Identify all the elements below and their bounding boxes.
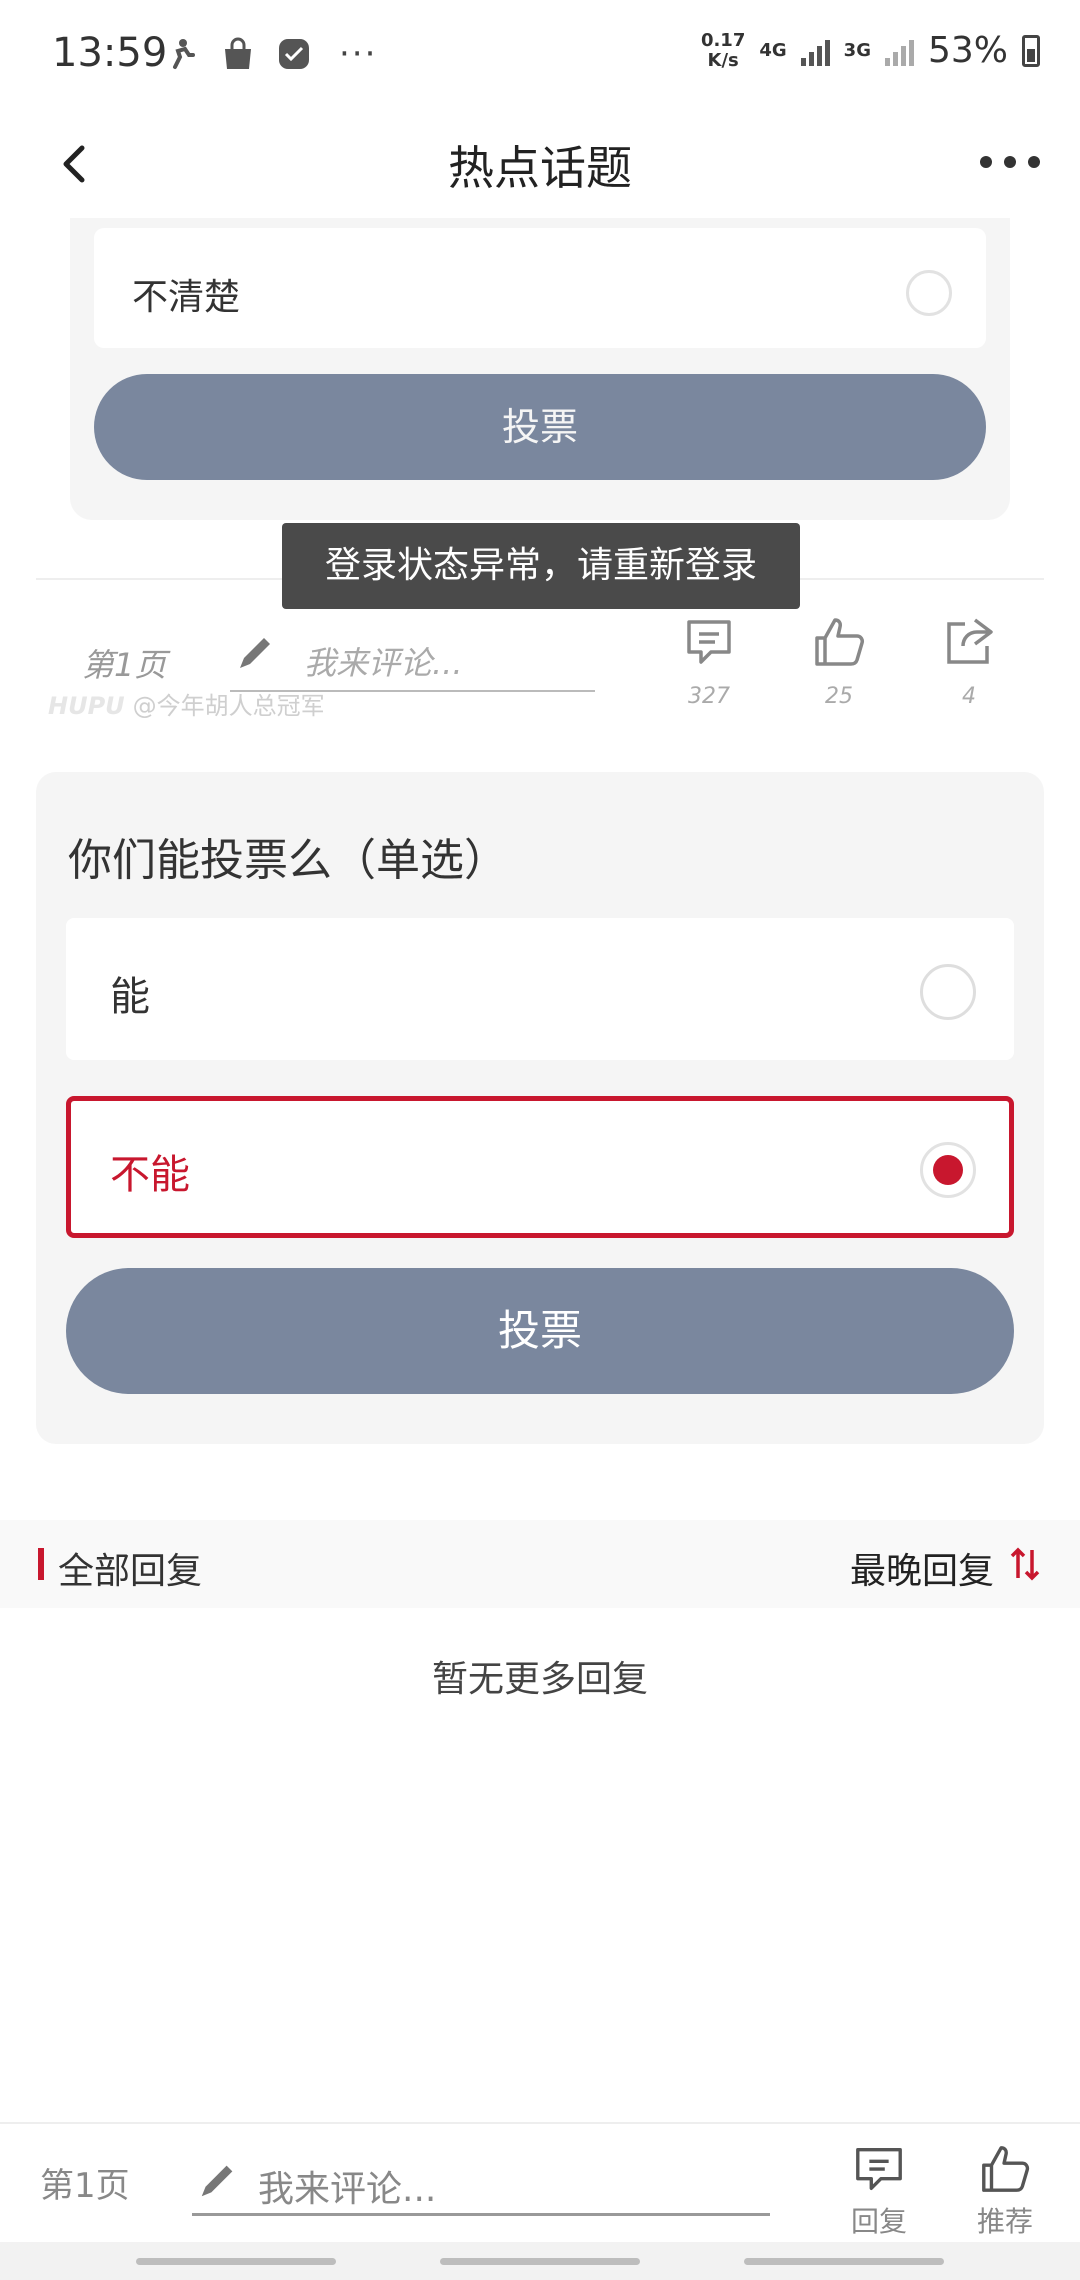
replies-title: 全部回复 — [58, 1551, 203, 1592]
more-dots-icon[interactable] — [980, 150, 1040, 174]
poll-option-label: 不能 — [110, 1152, 190, 1198]
status-bar: 13:59 ··· 0.17 K/s 4G 3G 53% — [0, 0, 1080, 110]
image-like-count: 25 — [794, 614, 884, 709]
signal-icon-2 — [884, 36, 914, 66]
toast-message: 登录状态异常，请重新登录 — [282, 523, 800, 609]
sort-icon[interactable] — [1008, 1544, 1042, 1584]
battery-percent: 53% — [927, 30, 1008, 71]
status-time: 13:59 — [52, 30, 168, 76]
battery-icon — [1022, 34, 1040, 67]
gesture-handle-center[interactable] — [440, 2258, 640, 2265]
thumbs-up-icon — [815, 618, 864, 666]
poll-option-can[interactable]: 能 — [66, 918, 1014, 1060]
poll-option-cannot[interactable]: 不能 — [66, 1096, 1014, 1238]
notification-icons: ··· — [165, 34, 377, 74]
net-speed: 0.17 K/s — [700, 29, 746, 71]
status-right: 0.17 K/s 4G 3G 53% — [701, 30, 1040, 71]
image-option-label: 不清楚 — [132, 277, 241, 318]
recommend-button[interactable]: 推荐 — [960, 2142, 1050, 2240]
image-toolbar: 第1页 我来评论... HUPU @今年胡人总冠军 327 25 4 — [0, 590, 1080, 730]
poll-option-label: 能 — [110, 974, 150, 1020]
sort-latest-button[interactable]: 最晚回复 — [850, 1542, 994, 1594]
watermark: HUPU @今年胡人总冠军 — [48, 686, 325, 721]
image-page-label: 第1页 — [82, 646, 167, 684]
bottom-bar: 第1页 我来评论... 回复 推荐 — [0, 2122, 1080, 2242]
overflow-dots: ··· — [339, 34, 378, 74]
watermark-user: @今年胡人总冠军 — [132, 692, 325, 720]
gesture-handle-right[interactable] — [744, 2258, 944, 2265]
comment-count: 327 — [688, 684, 730, 709]
pencil-icon — [196, 2158, 240, 2202]
poll-card: 你们能投票么（单选） 能 不能 投票 — [36, 772, 1044, 1444]
like-count: 25 — [825, 684, 853, 709]
network-4g: 4G — [759, 40, 787, 61]
signal-icon — [800, 36, 830, 66]
image-radio — [906, 270, 952, 316]
page-title: 热点话题 — [448, 141, 632, 195]
reply-button[interactable]: 回复 — [834, 2142, 924, 2240]
gesture-handle-left[interactable] — [136, 2258, 336, 2265]
gesture-bar — [0, 2242, 1080, 2280]
radio-button[interactable] — [920, 964, 976, 1020]
replies-header: 全部回复 最晚回复 — [0, 1520, 1080, 1608]
post-image: 不清楚 投票 第1页 我来评论... HUPU @今年胡人总冠军 327 25 4… — [0, 218, 1080, 738]
app-check-icon — [277, 37, 311, 71]
image-vote-button: 投票 — [94, 374, 986, 480]
radio-button-selected[interactable] — [920, 1142, 976, 1198]
network-3g: 3G — [843, 40, 871, 61]
page-indicator[interactable]: 第1页 — [40, 2158, 130, 2207]
empty-replies-text: 暂无更多回复 — [431, 1659, 648, 1700]
share-count: 4 — [962, 684, 976, 709]
pencil-icon — [232, 630, 278, 676]
image-share-count: 4 — [924, 614, 1014, 709]
thumbs-up-icon — [982, 2146, 1030, 2192]
image-poll-option: 不清楚 — [94, 228, 986, 348]
image-comment-count: 327 — [664, 614, 754, 709]
watermark-brand: HUPU — [48, 692, 125, 720]
net-speed-value: 0.17 — [700, 29, 746, 51]
vote-button[interactable]: 投票 — [66, 1268, 1014, 1394]
accent-bar — [38, 1548, 44, 1580]
nav-bar: 热点话题 — [0, 110, 1080, 218]
comment-placeholder: 我来评论... — [258, 2169, 437, 2210]
share-icon — [947, 618, 993, 664]
comment-icon — [856, 2148, 902, 2190]
shopping-bag-icon — [221, 37, 255, 71]
poll-question: 你们能投票么（单选） — [68, 835, 508, 886]
comment-input[interactable]: 我来评论... — [192, 2152, 770, 2216]
recommend-label: 推荐 — [976, 2205, 1033, 2238]
run-icon — [165, 37, 199, 71]
comment-icon — [687, 620, 731, 664]
image-comment-placeholder: 我来评论... — [304, 644, 463, 682]
net-speed-unit: K/s — [707, 49, 739, 71]
reply-label: 回复 — [850, 2205, 907, 2238]
image-poll-card: 不清楚 投票 — [70, 218, 1010, 520]
